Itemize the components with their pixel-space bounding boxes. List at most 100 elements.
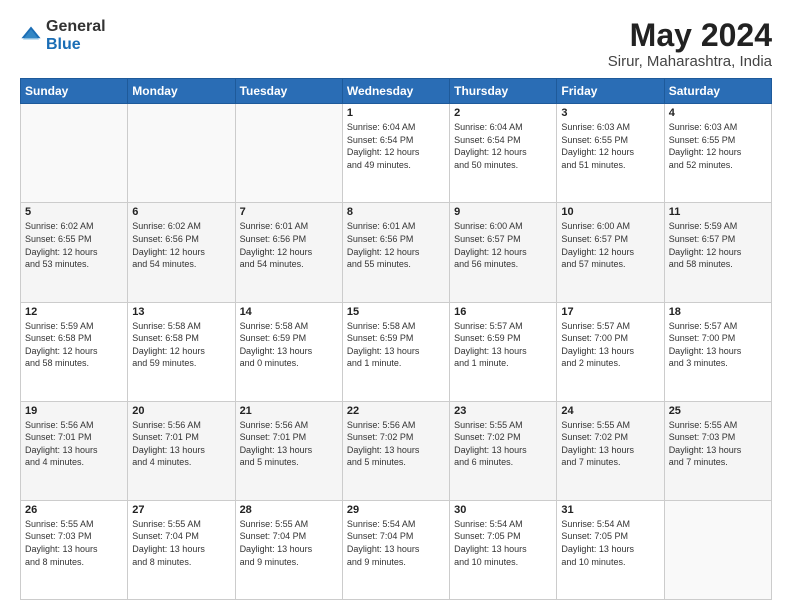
calendar-cell — [664, 500, 771, 599]
day-info: Sunrise: 5:55 AM Sunset: 7:02 PM Dayligh… — [561, 419, 659, 469]
calendar-cell: 16 Sunrise: 5:57 AM Sunset: 6:59 PM Dayli… — [450, 302, 557, 401]
week-row-5: 26 Sunrise: 5:55 AM Sunset: 7:03 PM Dayli… — [21, 500, 772, 599]
day-number: 17 — [561, 306, 659, 318]
day-info: Sunrise: 5:57 AM Sunset: 7:00 PM Dayligh… — [669, 320, 767, 370]
calendar-cell: 18Sunrise: 5:57 AM Sunset: 7:00 PM Dayli… — [664, 302, 771, 401]
header-row: SundayMondayTuesdayWednesdayThursdayFrid… — [21, 79, 772, 104]
calendar-cell: 11 Sunrise: 5:59 AM Sunset: 6:57 PM Dayli… — [664, 203, 771, 302]
header: General Blue May 2024 Sirur, Maharashtra… — [20, 18, 772, 70]
day-info: Sunrise: 5:54 AM Sunset: 7:05 PM Dayligh… — [454, 518, 552, 568]
calendar-cell: 5Sunrise: 6:02 AM Sunset: 6:55 PM Daylig… — [21, 203, 128, 302]
day-number: 19 — [25, 405, 123, 417]
day-info: Sunrise: 5:58 AM Sunset: 6:59 PM Dayligh… — [240, 320, 338, 370]
day-header-wednesday: Wednesday — [342, 79, 449, 104]
day-number: 21 — [240, 405, 338, 417]
day-number: 6 — [132, 206, 230, 218]
day-number: 11 — [669, 206, 767, 218]
calendar-cell: 7 Sunrise: 6:01 AM Sunset: 6:56 PM Daylig… — [235, 203, 342, 302]
calendar-body: 1Sunrise: 6:04 AM Sunset: 6:54 PM Daylig… — [21, 104, 772, 600]
calendar-cell: 20Sunrise: 5:56 AM Sunset: 7:01 PM Dayli… — [128, 401, 235, 500]
calendar-cell: 24 Sunrise: 5:55 AM Sunset: 7:02 PM Dayli… — [557, 401, 664, 500]
logo-icon — [20, 25, 42, 47]
day-number: 26 — [25, 504, 123, 516]
day-number: 27 — [132, 504, 230, 516]
day-number: 29 — [347, 504, 445, 516]
logo-blue: Blue — [46, 36, 81, 53]
day-number: 28 — [240, 504, 338, 516]
calendar-cell: 14 Sunrise: 5:58 AM Sunset: 6:59 PM Dayli… — [235, 302, 342, 401]
calendar-cell: 8Sunrise: 6:01 AM Sunset: 6:56 PM Daylig… — [342, 203, 449, 302]
day-info: Sunrise: 5:55 AM Sunset: 7:03 PM Dayligh… — [25, 518, 123, 568]
day-number: 15 — [347, 306, 445, 318]
calendar-cell: 19Sunrise: 5:56 AM Sunset: 7:01 PM Dayli… — [21, 401, 128, 500]
day-info: Sunrise: 6:00 AM Sunset: 6:57 PM Dayligh… — [561, 220, 659, 270]
calendar-cell: 29 Sunrise: 5:54 AM Sunset: 7:04 PM Dayli… — [342, 500, 449, 599]
calendar-header: SundayMondayTuesdayWednesdayThursdayFrid… — [21, 79, 772, 104]
day-number: 31 — [561, 504, 659, 516]
calendar-cell: 27 Sunrise: 5:55 AM Sunset: 7:04 PM Dayli… — [128, 500, 235, 599]
calendar-cell: 25 Sunrise: 5:55 AM Sunset: 7:03 PM Dayli… — [664, 401, 771, 500]
day-info: Sunrise: 6:03 AM Sunset: 6:55 PM Dayligh… — [669, 121, 767, 171]
day-info: Sunrise: 5:59 AM Sunset: 6:57 PM Dayligh… — [669, 220, 767, 270]
calendar-cell: 15 Sunrise: 5:58 AM Sunset: 6:59 PM Dayli… — [342, 302, 449, 401]
calendar-cell — [21, 104, 128, 203]
day-info: Sunrise: 5:55 AM Sunset: 7:04 PM Dayligh… — [132, 518, 230, 568]
day-info: Sunrise: 6:04 AM Sunset: 6:54 PM Dayligh… — [454, 121, 552, 171]
day-number: 22 — [347, 405, 445, 417]
day-info: Sunrise: 6:01 AM Sunset: 6:56 PM Dayligh… — [347, 220, 445, 270]
day-number: 2 — [454, 107, 552, 119]
day-info: Sunrise: 5:59 AM Sunset: 6:58 PM Dayligh… — [25, 320, 123, 370]
day-number: 13 — [132, 306, 230, 318]
calendar-cell: 3Sunrise: 6:03 AM Sunset: 6:55 PM Daylig… — [557, 104, 664, 203]
calendar-cell: 21Sunrise: 5:56 AM Sunset: 7:01 PM Dayli… — [235, 401, 342, 500]
day-header-sunday: Sunday — [21, 79, 128, 104]
day-info: Sunrise: 6:04 AM Sunset: 6:54 PM Dayligh… — [347, 121, 445, 171]
day-number: 12 — [25, 306, 123, 318]
day-info: Sunrise: 5:54 AM Sunset: 7:05 PM Dayligh… — [561, 518, 659, 568]
day-info: Sunrise: 6:00 AM Sunset: 6:57 PM Dayligh… — [454, 220, 552, 270]
day-header-monday: Monday — [128, 79, 235, 104]
day-info: Sunrise: 5:55 AM Sunset: 7:03 PM Dayligh… — [669, 419, 767, 469]
calendar-cell: 10 Sunrise: 6:00 AM Sunset: 6:57 PM Dayli… — [557, 203, 664, 302]
calendar-cell: 30 Sunrise: 5:54 AM Sunset: 7:05 PM Dayli… — [450, 500, 557, 599]
day-info: Sunrise: 6:01 AM Sunset: 6:56 PM Dayligh… — [240, 220, 338, 270]
day-number: 30 — [454, 504, 552, 516]
calendar-cell — [128, 104, 235, 203]
day-info: Sunrise: 6:02 AM Sunset: 6:55 PM Dayligh… — [25, 220, 123, 270]
calendar-cell: 13 Sunrise: 5:58 AM Sunset: 6:58 PM Dayli… — [128, 302, 235, 401]
day-info: Sunrise: 5:57 AM Sunset: 6:59 PM Dayligh… — [454, 320, 552, 370]
subtitle: Sirur, Maharashtra, India — [608, 53, 772, 70]
day-info: Sunrise: 6:03 AM Sunset: 6:55 PM Dayligh… — [561, 121, 659, 171]
day-info: Sunrise: 5:54 AM Sunset: 7:04 PM Dayligh… — [347, 518, 445, 568]
calendar-cell: 12 Sunrise: 5:59 AM Sunset: 6:58 PM Dayli… — [21, 302, 128, 401]
day-info: Sunrise: 5:58 AM Sunset: 6:59 PM Dayligh… — [347, 320, 445, 370]
calendar-cell: 6 Sunrise: 6:02 AM Sunset: 6:56 PM Daylig… — [128, 203, 235, 302]
page: General Blue May 2024 Sirur, Maharashtra… — [0, 0, 792, 612]
calendar-cell: 9Sunrise: 6:00 AM Sunset: 6:57 PM Daylig… — [450, 203, 557, 302]
day-header-tuesday: Tuesday — [235, 79, 342, 104]
calendar-cell: 26 Sunrise: 5:55 AM Sunset: 7:03 PM Dayli… — [21, 500, 128, 599]
day-number: 10 — [561, 206, 659, 218]
day-number: 4 — [669, 107, 767, 119]
calendar-cell: 17 Sunrise: 5:57 AM Sunset: 7:00 PM Dayli… — [557, 302, 664, 401]
day-info: Sunrise: 5:55 AM Sunset: 7:04 PM Dayligh… — [240, 518, 338, 568]
day-info: Sunrise: 5:57 AM Sunset: 7:00 PM Dayligh… — [561, 320, 659, 370]
day-number: 14 — [240, 306, 338, 318]
day-header-thursday: Thursday — [450, 79, 557, 104]
calendar-cell: 2 Sunrise: 6:04 AM Sunset: 6:54 PM Daylig… — [450, 104, 557, 203]
logo-general: General — [46, 18, 106, 35]
calendar-cell: 31 Sunrise: 5:54 AM Sunset: 7:05 PM Dayli… — [557, 500, 664, 599]
week-row-1: 1Sunrise: 6:04 AM Sunset: 6:54 PM Daylig… — [21, 104, 772, 203]
calendar-cell — [235, 104, 342, 203]
day-info: Sunrise: 6:02 AM Sunset: 6:56 PM Dayligh… — [132, 220, 230, 270]
day-number: 7 — [240, 206, 338, 218]
day-number: 23 — [454, 405, 552, 417]
calendar-cell: 28 Sunrise: 5:55 AM Sunset: 7:04 PM Dayli… — [235, 500, 342, 599]
day-info: Sunrise: 5:58 AM Sunset: 6:58 PM Dayligh… — [132, 320, 230, 370]
day-number: 25 — [669, 405, 767, 417]
day-number: 16 — [454, 306, 552, 318]
week-row-3: 12 Sunrise: 5:59 AM Sunset: 6:58 PM Dayli… — [21, 302, 772, 401]
calendar-cell: 1Sunrise: 6:04 AM Sunset: 6:54 PM Daylig… — [342, 104, 449, 203]
day-number: 24 — [561, 405, 659, 417]
logo: General Blue — [20, 18, 106, 53]
